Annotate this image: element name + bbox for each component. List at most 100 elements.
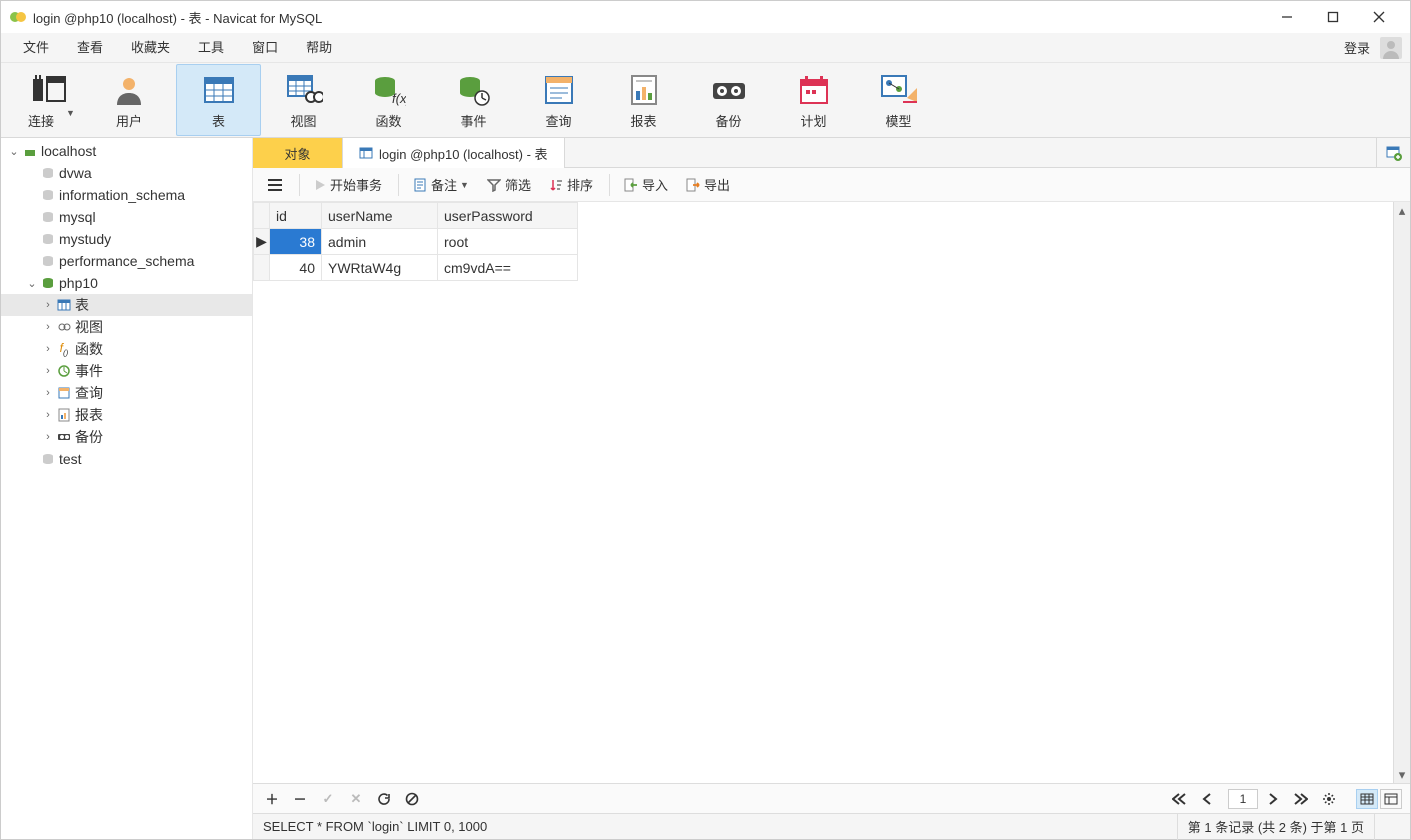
- cell-username[interactable]: YWRtaW4g: [322, 255, 438, 281]
- cancel-button[interactable]: ✕: [345, 788, 367, 810]
- cell-userpassword[interactable]: cm9vdA==: [438, 255, 578, 281]
- tree-connection[interactable]: ⌄ localhost: [1, 140, 252, 162]
- cell-username[interactable]: admin: [322, 229, 438, 255]
- refresh-button[interactable]: [373, 788, 395, 810]
- tb-schedule-label: 计划: [800, 111, 826, 130]
- cell-id[interactable]: 38: [270, 229, 322, 255]
- tb-schedule[interactable]: 计划: [771, 64, 856, 136]
- menu-window[interactable]: 窗口: [238, 33, 292, 63]
- tb-user[interactable]: 用户: [94, 64, 164, 136]
- tree-db-mystudy[interactable]: mystudy: [1, 228, 252, 250]
- tree-views[interactable]: ›视图: [1, 316, 252, 338]
- table-row[interactable]: ▶ 38 admin root: [254, 229, 578, 255]
- table-row[interactable]: 40 YWRtaW4g cm9vdA==: [254, 255, 578, 281]
- expand-icon[interactable]: ›: [41, 431, 55, 443]
- export-icon: [686, 178, 700, 192]
- delete-record-button[interactable]: －: [289, 788, 311, 810]
- tree-tables[interactable]: ›表: [1, 294, 252, 316]
- tb-query[interactable]: 查询: [516, 64, 601, 136]
- main-toolbar: 连接▼ 用户 表 视图 f(x) 函数 事件 查询 报表 备份 计划 模型: [1, 63, 1410, 138]
- tb-table[interactable]: 表: [176, 64, 261, 136]
- last-page-button[interactable]: [1290, 788, 1312, 810]
- tb-backup[interactable]: 备份: [686, 64, 771, 136]
- cell-userpassword[interactable]: root: [438, 229, 578, 255]
- sort-button[interactable]: 排序: [541, 170, 601, 200]
- tb-event[interactable]: 事件: [431, 64, 516, 136]
- stop-button[interactable]: [401, 788, 423, 810]
- tb-report[interactable]: 报表: [601, 64, 686, 136]
- tree-reports[interactable]: ›报表: [1, 404, 252, 426]
- data-grid[interactable]: id userName userPassword ▶ 38 admin root: [253, 202, 578, 281]
- login-link[interactable]: 登录: [1338, 38, 1376, 57]
- memo-button[interactable]: 备注▼: [405, 170, 477, 200]
- grid-view-button[interactable]: [1356, 789, 1378, 809]
- first-page-button[interactable]: [1168, 788, 1190, 810]
- title-bar: login @php10 (localhost) - 表 - Navicat f…: [1, 1, 1410, 33]
- menu-view[interactable]: 查看: [63, 33, 117, 63]
- close-button[interactable]: [1356, 1, 1402, 33]
- menu-help[interactable]: 帮助: [292, 33, 346, 63]
- expand-icon[interactable]: ›: [41, 409, 55, 421]
- report-icon: [55, 408, 73, 422]
- minimize-button[interactable]: [1264, 1, 1310, 33]
- expand-icon[interactable]: ›: [41, 387, 55, 399]
- tb-model[interactable]: 模型: [856, 64, 941, 136]
- row-pointer-icon: ▶: [254, 229, 270, 255]
- begin-transaction-button[interactable]: 开始事务: [306, 170, 390, 200]
- tb-connect[interactable]: 连接▼: [9, 64, 94, 136]
- menu-favorites[interactable]: 收藏夹: [117, 33, 184, 63]
- form-view-button[interactable]: [1380, 789, 1402, 809]
- tree-backups[interactable]: ›备份: [1, 426, 252, 448]
- query-icon: [55, 386, 73, 400]
- tab-login-table[interactable]: login @php10 (localhost) - 表: [343, 138, 565, 168]
- tab-objects[interactable]: 对象: [253, 138, 343, 168]
- menu-tools[interactable]: 工具: [184, 33, 238, 63]
- column-header-username[interactable]: userName: [322, 203, 438, 229]
- tree-db-dvwa[interactable]: dvwa: [1, 162, 252, 184]
- menu-file[interactable]: 文件: [9, 33, 63, 63]
- column-header-id[interactable]: id: [270, 203, 322, 229]
- status-bar: SELECT * FROM `login` LIMIT 0, 1000 第 1 …: [253, 813, 1410, 839]
- dropdown-icon: ▼: [460, 180, 469, 190]
- prev-page-button[interactable]: [1196, 788, 1218, 810]
- expand-icon[interactable]: ›: [41, 321, 55, 333]
- scroll-down-icon[interactable]: ▾: [1394, 766, 1410, 783]
- tree-queries[interactable]: ›查询: [1, 382, 252, 404]
- tree-db-test[interactable]: test: [1, 448, 252, 470]
- tab-bar: 对象 login @php10 (localhost) - 表: [253, 138, 1410, 168]
- tree-db-mysql[interactable]: mysql: [1, 206, 252, 228]
- tree-db-performance-schema[interactable]: performance_schema: [1, 250, 252, 272]
- database-icon: [39, 166, 57, 180]
- expand-icon[interactable]: ›: [41, 343, 55, 355]
- database-icon: [39, 452, 57, 466]
- avatar-icon[interactable]: [1380, 37, 1402, 59]
- tb-view-label: 视图: [290, 111, 316, 130]
- tree-db-php10[interactable]: ⌄ php10: [1, 272, 252, 294]
- vertical-scrollbar[interactable]: ▴ ▾: [1393, 202, 1410, 783]
- apply-button[interactable]: ✓: [317, 788, 339, 810]
- filter-button[interactable]: 筛选: [479, 170, 539, 200]
- tab-add-button[interactable]: [1376, 138, 1410, 167]
- page-input[interactable]: [1228, 789, 1258, 809]
- hamburger-button[interactable]: [259, 170, 291, 200]
- database-icon: [39, 232, 57, 246]
- add-record-button[interactable]: ＋: [261, 788, 283, 810]
- import-button[interactable]: 导入: [616, 170, 676, 200]
- tb-view[interactable]: 视图: [261, 64, 346, 136]
- tree-db-information-schema[interactable]: information_schema: [1, 184, 252, 206]
- tb-function[interactable]: f(x) 函数: [346, 64, 431, 136]
- export-button[interactable]: 导出: [678, 170, 738, 200]
- tree-events[interactable]: ›事件: [1, 360, 252, 382]
- column-header-userpassword[interactable]: userPassword: [438, 203, 578, 229]
- cell-id[interactable]: 40: [270, 255, 322, 281]
- collapse-icon[interactable]: ⌄: [25, 277, 39, 290]
- scroll-up-icon[interactable]: ▴: [1394, 202, 1410, 219]
- next-page-button[interactable]: [1262, 788, 1284, 810]
- maximize-button[interactable]: [1310, 1, 1356, 33]
- view-icon: [55, 320, 73, 334]
- expand-icon[interactable]: ›: [41, 299, 55, 311]
- expand-icon[interactable]: ›: [41, 365, 55, 377]
- settings-button[interactable]: [1318, 788, 1340, 810]
- collapse-icon[interactable]: ⌄: [7, 145, 21, 158]
- tree-functions[interactable]: ›f()函数: [1, 338, 252, 360]
